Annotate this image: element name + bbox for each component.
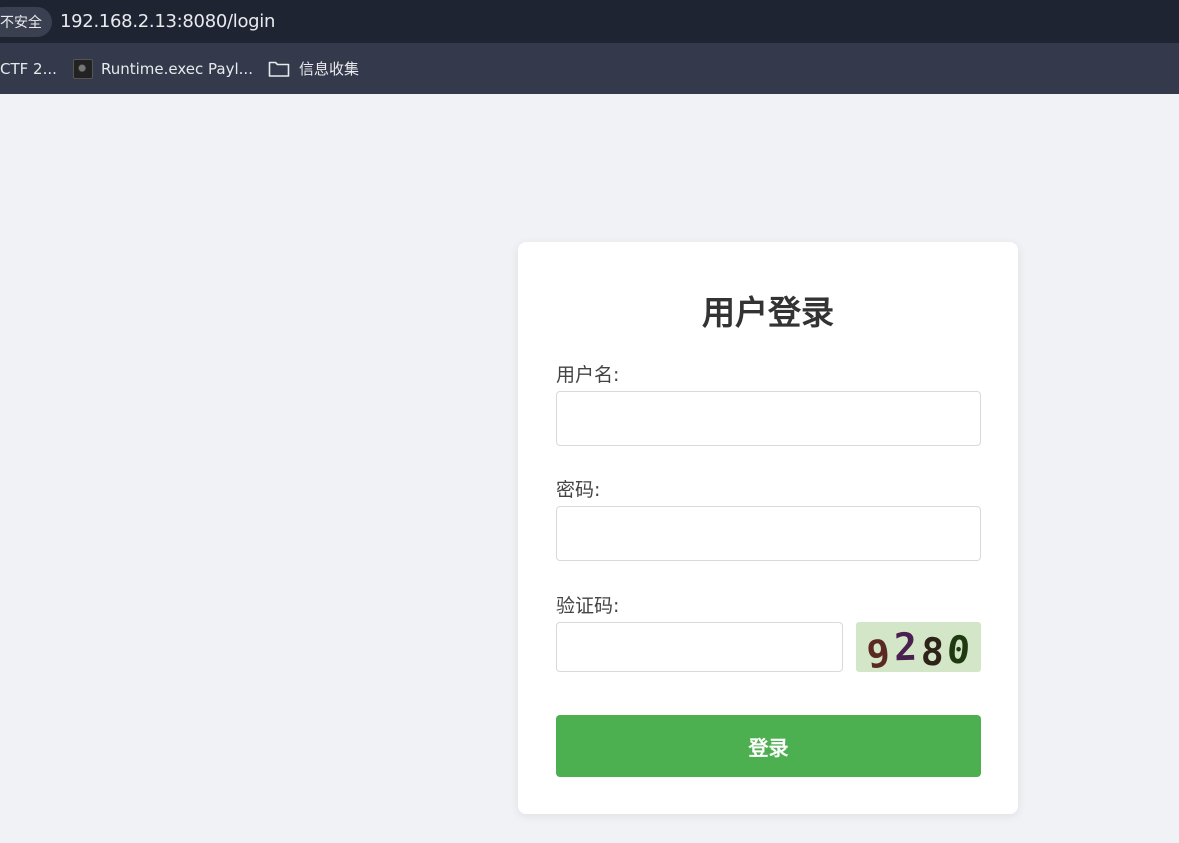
username-label: 用户名:: [556, 364, 620, 386]
bookmark-ctf[interactable]: CTF 2...: [0, 43, 57, 94]
captcha-image[interactable]: 9 2 8 0: [856, 622, 981, 672]
login-card: 用户登录 用户名: 密码: 验证码: 9 2 8 0 登录: [518, 242, 1018, 814]
page-title: 用户登录: [702, 293, 834, 332]
bookmark-label: CTF 2...: [0, 59, 57, 78]
folder-icon: [268, 61, 290, 77]
captcha-digit: 8: [919, 629, 945, 672]
security-indicator[interactable]: 不安全: [0, 7, 52, 37]
password-label: 密码:: [556, 479, 601, 501]
bookmark-runtime-exec[interactable]: Runtime.exec Payl...: [73, 43, 253, 94]
bookmark-label: Runtime.exec Payl...: [101, 59, 253, 78]
bookmark-label: 信息收集: [299, 60, 360, 78]
bookmark-folder-info[interactable]: 信息收集: [268, 43, 359, 94]
bookmarks-bar: CTF 2... Runtime.exec Payl... 信息收集: [0, 43, 1179, 94]
address-bar: 不安全 192.168.2.13:8080/login: [0, 0, 1179, 43]
captcha-digit: 9: [864, 630, 892, 672]
captcha-label: 验证码:: [556, 595, 620, 617]
site-favicon-icon: [73, 58, 93, 79]
password-input[interactable]: [556, 506, 981, 561]
username-input[interactable]: [556, 391, 981, 446]
captcha-digit: 0: [945, 626, 973, 672]
security-label: 不安全: [0, 15, 42, 31]
login-button[interactable]: 登录: [556, 715, 981, 777]
captcha-input[interactable]: [556, 622, 843, 672]
captcha-digit: 2: [892, 624, 918, 670]
url-field[interactable]: 192.168.2.13:8080/login: [60, 11, 275, 32]
